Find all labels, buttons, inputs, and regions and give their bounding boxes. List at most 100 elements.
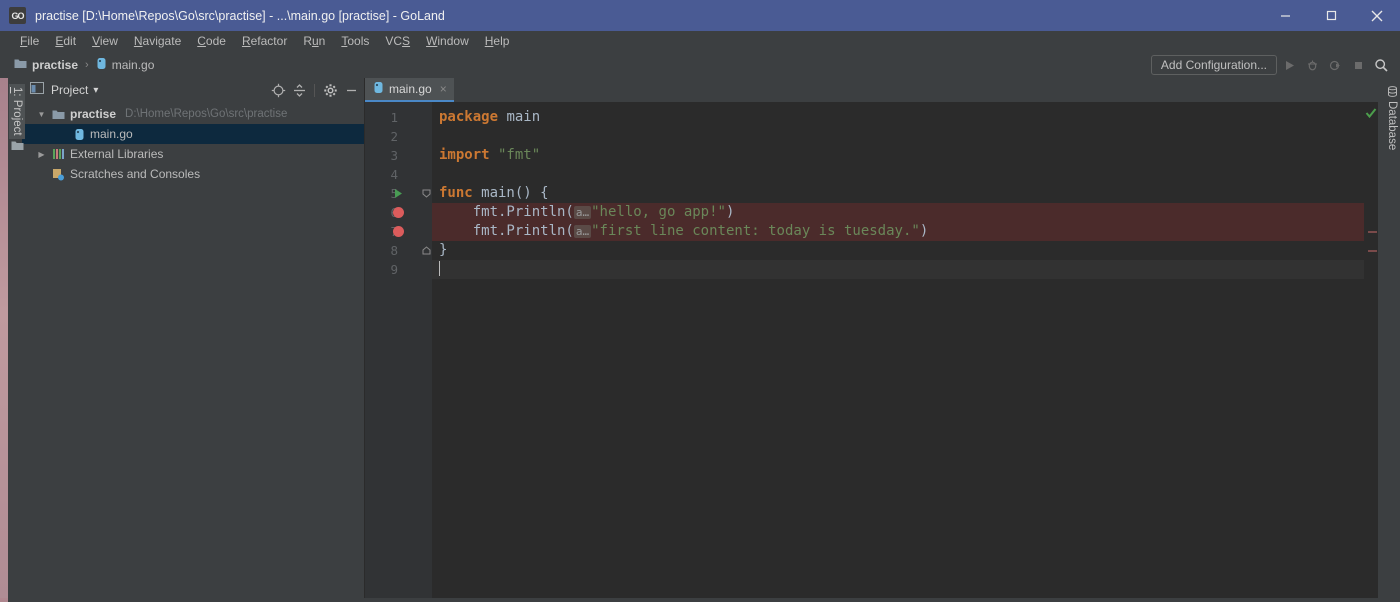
code-token-hint: a… <box>573 225 592 238</box>
code-line[interactable]: func main() { <box>432 184 1364 203</box>
window-title: practise [D:\Home\Repos\Go\src\practise]… <box>35 8 445 23</box>
tree-item-external-libraries[interactable]: ▶ External Libraries <box>22 144 364 164</box>
close-button[interactable] <box>1354 0 1400 31</box>
menu-item-edit[interactable]: Edit <box>47 31 84 52</box>
right-tool-rail: Database <box>1378 78 1400 598</box>
breakpoint-icon[interactable] <box>389 203 407 222</box>
code-token-str: "fmt" <box>489 147 541 163</box>
gutter-line[interactable]: 8 <box>365 241 420 260</box>
code-line[interactable]: } <box>432 241 1364 260</box>
minimize-panel-icon[interactable] <box>342 81 360 99</box>
sidebar-tab-database[interactable]: Database <box>1386 86 1398 150</box>
menu-item-run[interactable]: Run <box>295 31 333 52</box>
search-icon[interactable] <box>1371 55 1392 76</box>
chevron-down-icon[interactable]: ▼ <box>36 110 47 119</box>
go-file-icon <box>96 57 107 73</box>
gutter-line[interactable]: 7 <box>365 222 420 241</box>
chevron-down-icon[interactable]: ▾ <box>93 85 98 96</box>
tree-item-label: main.go <box>90 127 133 141</box>
line-number: 8 <box>390 243 398 258</box>
code-line[interactable]: fmt.Println(a… "first line content: today… <box>432 222 1364 241</box>
code-line[interactable]: package main <box>432 108 1364 127</box>
target-icon[interactable] <box>269 81 287 99</box>
stripe-mark <box>1368 231 1377 233</box>
navbar-actions: Add Configuration... <box>1150 52 1392 78</box>
add-configuration-button[interactable]: Add Configuration... <box>1150 55 1277 75</box>
library-icon <box>52 148 65 160</box>
menu-item-navigate[interactable]: Navigate <box>126 31 189 52</box>
gutter-line[interactable]: 1 <box>365 108 420 127</box>
gutter-line[interactable]: 4 <box>365 165 420 184</box>
code-token-id: ) <box>725 204 735 220</box>
gutter-line[interactable]: 2 <box>365 127 420 146</box>
menu-item-file[interactable]: File <box>12 31 47 52</box>
run-gutter-icon[interactable] <box>389 184 407 203</box>
close-icon[interactable]: × <box>440 82 447 96</box>
code-area: 1 2 3 4 567 8 9 package main import "fmt" func m… <box>365 102 1378 598</box>
toolbar-divider <box>314 83 315 97</box>
debug-icon[interactable] <box>1302 55 1323 76</box>
code-line[interactable] <box>432 260 1364 279</box>
tree-item-main-go[interactable]: main.go <box>22 124 364 144</box>
maximize-button[interactable] <box>1308 0 1354 31</box>
menu-bar: File Edit View Navigate Code Refactor Run Tools… <box>0 31 1400 52</box>
structure-folder-icon[interactable] <box>11 138 24 156</box>
gear-icon[interactable] <box>321 81 339 99</box>
fold-marker-icon[interactable] <box>420 241 432 260</box>
gutter-line[interactable]: 6 <box>365 203 420 222</box>
collapse-all-icon[interactable] <box>290 81 308 99</box>
tree-item-scratches-and-consoles[interactable]: Scratches and Consoles <box>22 164 364 184</box>
menu-item-view[interactable]: View <box>84 31 126 52</box>
tree-item-label: External Libraries <box>70 147 164 161</box>
gutter-line[interactable]: 9 <box>365 260 420 279</box>
code-content[interactable]: package main import "fmt" func main() { fm… <box>432 102 1364 598</box>
error-stripe[interactable] <box>1364 102 1378 598</box>
editor-tab-main-go[interactable]: main.go × <box>365 78 454 102</box>
fold-column[interactable] <box>420 102 432 598</box>
code-token-str: "hello, go app!" <box>591 204 726 220</box>
editor-tab-label: main.go <box>389 82 432 96</box>
breadcrumb-practise[interactable]: practise <box>14 58 78 72</box>
left-tool-rail: 1: Project <box>0 78 25 598</box>
editor-gutter[interactable]: 1 2 3 4 567 8 9 <box>365 102 420 598</box>
code-token-hint: a… <box>573 206 592 219</box>
code-line[interactable] <box>432 127 1364 146</box>
project-panel-toolbar <box>269 81 360 99</box>
stop-icon[interactable] <box>1348 55 1369 76</box>
code-line[interactable]: import "fmt" <box>432 146 1364 165</box>
menu-item-help[interactable]: Help <box>477 31 518 52</box>
project-panel-header: Project ▾ <box>22 78 364 102</box>
code-token-str: "first line content: today is tuesday." <box>591 223 920 239</box>
left-accent-strip <box>0 78 8 598</box>
editor-tab-bar: main.go × <box>365 78 1378 102</box>
line-number: 2 <box>390 129 398 144</box>
menu-item-tools[interactable]: Tools <box>333 31 377 52</box>
line-number: 4 <box>390 167 398 182</box>
tree-item-practise[interactable]: ▼ practise D:\Home\Repos\Go\src\practise <box>22 104 364 124</box>
code-token-id: ) <box>919 223 929 239</box>
minimize-button[interactable] <box>1262 0 1308 31</box>
breakpoint-icon[interactable] <box>389 222 407 241</box>
run-icon[interactable] <box>1279 55 1300 76</box>
chevron-right-icon[interactable]: ▶ <box>36 150 47 159</box>
gutter-line[interactable]: 5 <box>365 184 420 203</box>
title-bar: GO practise [D:\Home\Repos\Go\src\practi… <box>0 0 1400 31</box>
menu-item-code[interactable]: Code <box>189 31 234 52</box>
gutter-line[interactable]: 3 <box>365 146 420 165</box>
code-token-kw: package <box>439 109 499 125</box>
tree-item-label: Scratches and Consoles <box>70 167 201 181</box>
go-file-icon <box>373 81 384 97</box>
fold-marker-icon[interactable] <box>420 184 432 203</box>
breadcrumb-practise-label: practise <box>32 58 79 72</box>
breadcrumb-main-go[interactable]: main.go <box>96 57 154 73</box>
code-token-id: } <box>439 242 448 258</box>
menu-item-vcs[interactable]: VCS <box>377 31 418 52</box>
code-line[interactable] <box>432 165 1364 184</box>
menu-item-window[interactable]: Window <box>418 31 477 52</box>
code-line[interactable]: fmt.Println(a… "hello, go app!") <box>432 203 1364 222</box>
profile-icon[interactable] <box>1325 55 1346 76</box>
menu-item-refactor[interactable]: Refactor <box>234 31 295 52</box>
